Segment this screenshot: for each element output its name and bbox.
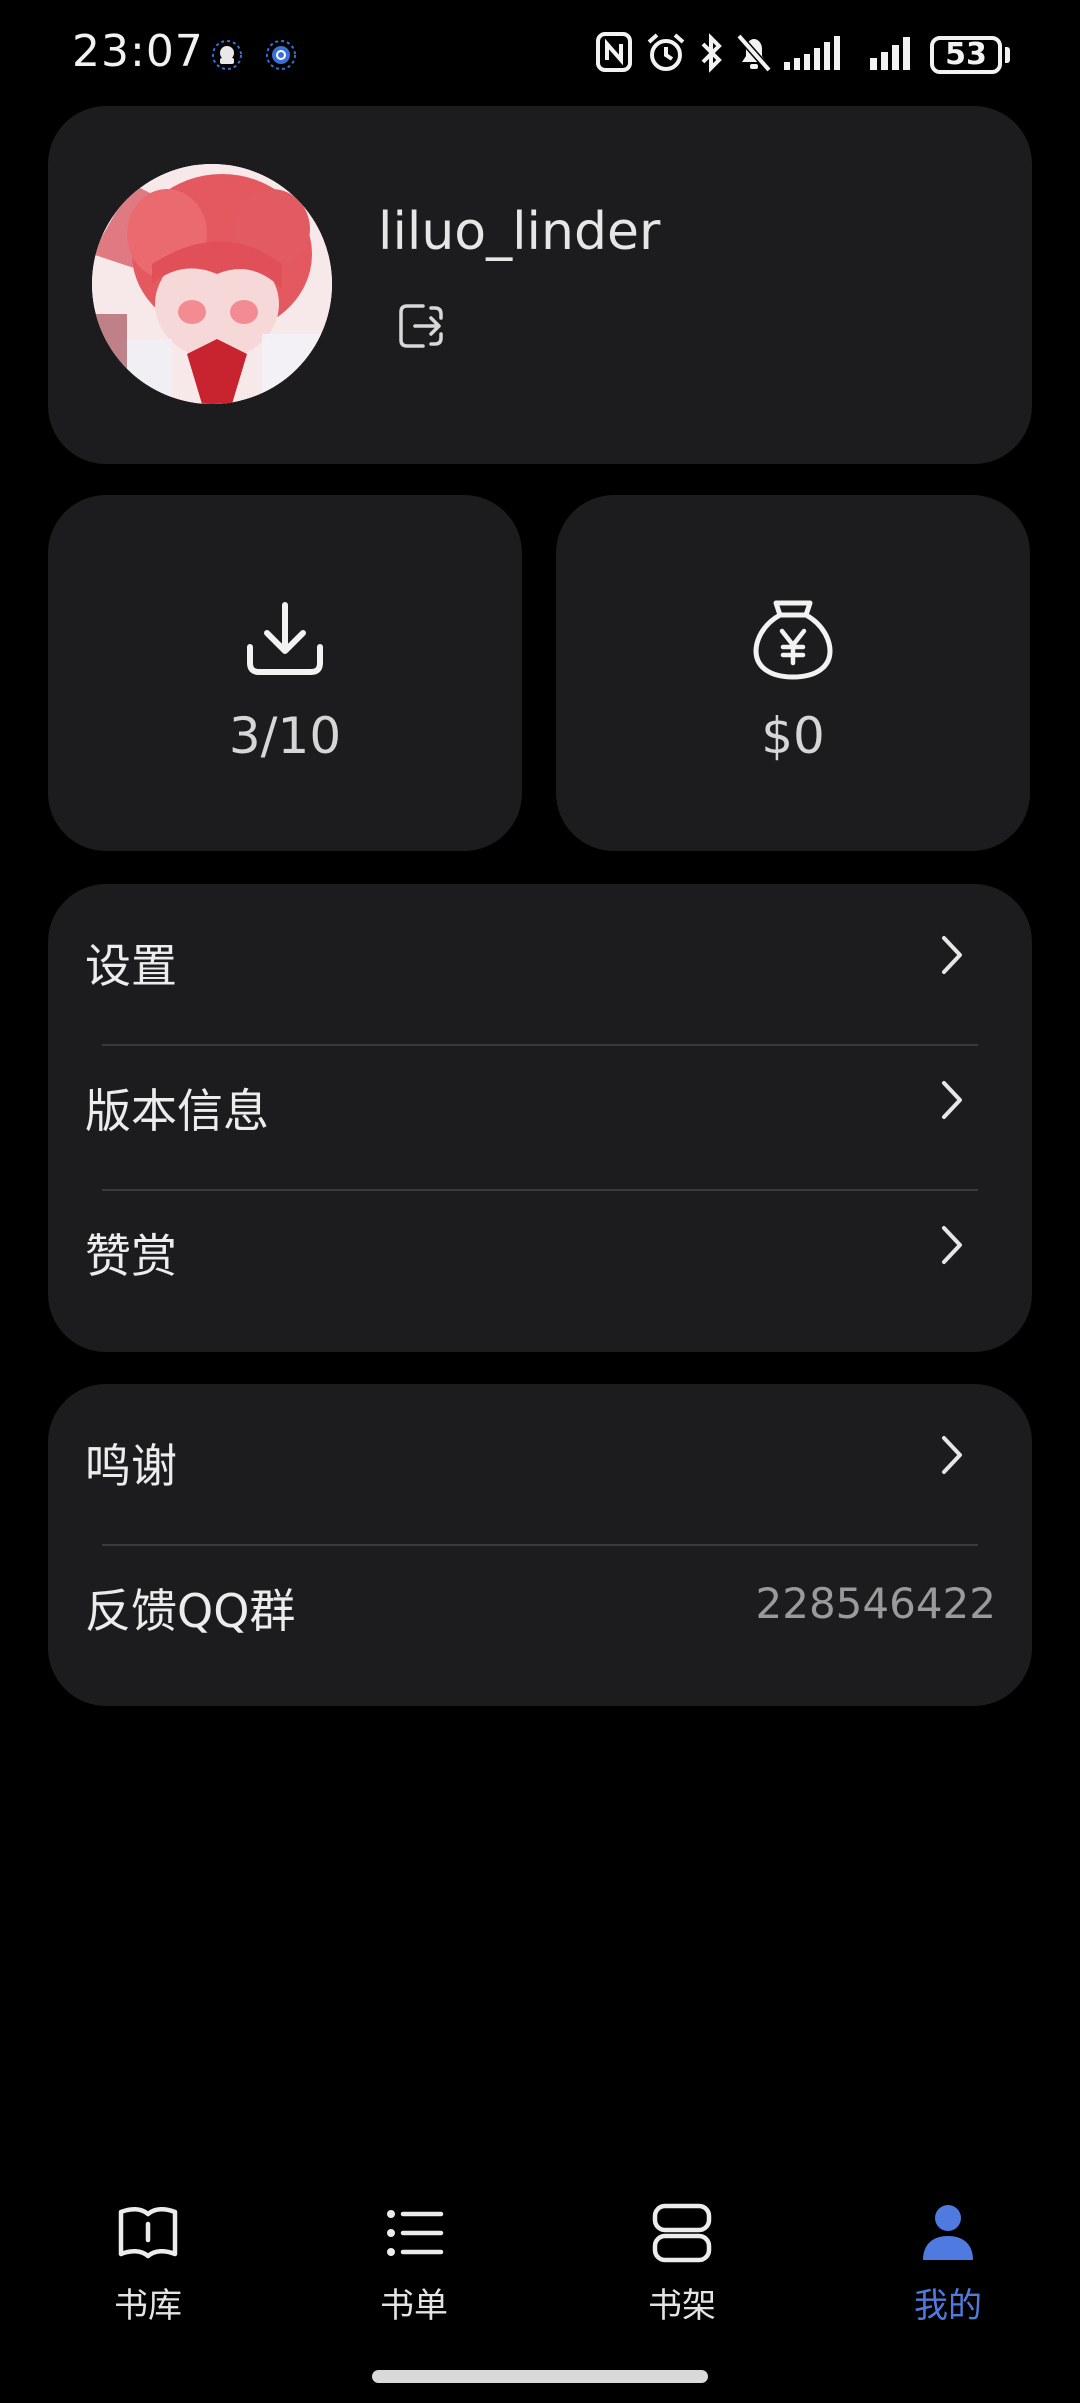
- book-icon: [118, 2207, 178, 2259]
- nav-item-booklist[interactable]: 书单: [324, 2200, 504, 2330]
- signal-icon: [784, 36, 840, 70]
- nav-label: 书架: [648, 2286, 716, 2326]
- battery-level: 53: [945, 37, 987, 72]
- nav-label: 书库: [114, 2286, 182, 2326]
- menu-item-version-info[interactable]: 版本信息: [48, 1029, 1032, 1173]
- user-icon: [923, 2205, 973, 2260]
- status-time: 23:07: [72, 26, 204, 77]
- qq-group-number: 228546422: [755, 1579, 997, 1628]
- bluetooth-icon: [701, 33, 722, 73]
- profile-card: liluo_linder: [48, 106, 1032, 464]
- menu-item-acknowledgements[interactable]: 鸣谢: [48, 1384, 1032, 1528]
- bottom-nav: 书库 书单 书架 我的: [0, 2180, 1080, 2340]
- alarm-icon: [647, 33, 685, 71]
- list-icon: [387, 2210, 444, 2256]
- nav-label: 书单: [380, 2286, 448, 2326]
- battery-cap: [1005, 47, 1010, 63]
- nav-item-library[interactable]: 书库: [58, 2200, 238, 2330]
- money-bag-icon: [753, 600, 833, 680]
- username: liluo_linder: [378, 202, 661, 262]
- menu-item-label: 反馈QQ群: [85, 1584, 296, 1638]
- menu-card: 设置 版本信息 赞赏: [48, 884, 1032, 1352]
- wallet-value: $0: [761, 707, 825, 765]
- avatar-image: [92, 164, 332, 404]
- downloads-card[interactable]: 3/10: [48, 495, 522, 851]
- menu-item-feedback-qq-group[interactable]: 反馈QQ群 228546422: [48, 1529, 1032, 1673]
- nfc-icon: [596, 32, 632, 72]
- chevron-right-icon: [942, 1436, 962, 1474]
- bookshelf-icon: [652, 2203, 712, 2263]
- nav-item-bookshelf[interactable]: 书架: [592, 2200, 772, 2330]
- status-bar: 23:07 53: [0, 0, 1080, 110]
- avatar[interactable]: [92, 164, 332, 404]
- menu-item-label: 鸣谢: [85, 1439, 177, 1493]
- chevron-right-icon: [942, 936, 962, 974]
- battery-icon: 53: [930, 36, 1002, 74]
- download-icon: [247, 602, 323, 675]
- home-indicator[interactable]: [372, 2370, 708, 2383]
- menu-item-label: 设置: [85, 939, 177, 993]
- mute-icon: [736, 33, 772, 73]
- wallet-card[interactable]: $0: [556, 495, 1030, 851]
- app-notification-icon: [212, 40, 242, 70]
- downloads-value: 3/10: [228, 707, 342, 765]
- logout-icon[interactable]: [393, 298, 449, 354]
- nav-label: 我的: [914, 2286, 982, 2326]
- menu-item-donate[interactable]: 赞赏: [48, 1174, 1032, 1318]
- info-card: 鸣谢 反馈QQ群 228546422: [48, 1384, 1032, 1706]
- nav-item-mine[interactable]: 我的: [858, 2200, 1038, 2330]
- signal-icon: [870, 37, 910, 70]
- menu-item-label: 版本信息: [85, 1084, 269, 1138]
- menu-item-label: 赞赏: [85, 1229, 177, 1283]
- chevron-right-icon: [942, 1081, 962, 1119]
- menu-item-settings[interactable]: 设置: [48, 884, 1032, 1028]
- app-notification-icon: [266, 40, 296, 70]
- chevron-right-icon: [942, 1226, 962, 1264]
